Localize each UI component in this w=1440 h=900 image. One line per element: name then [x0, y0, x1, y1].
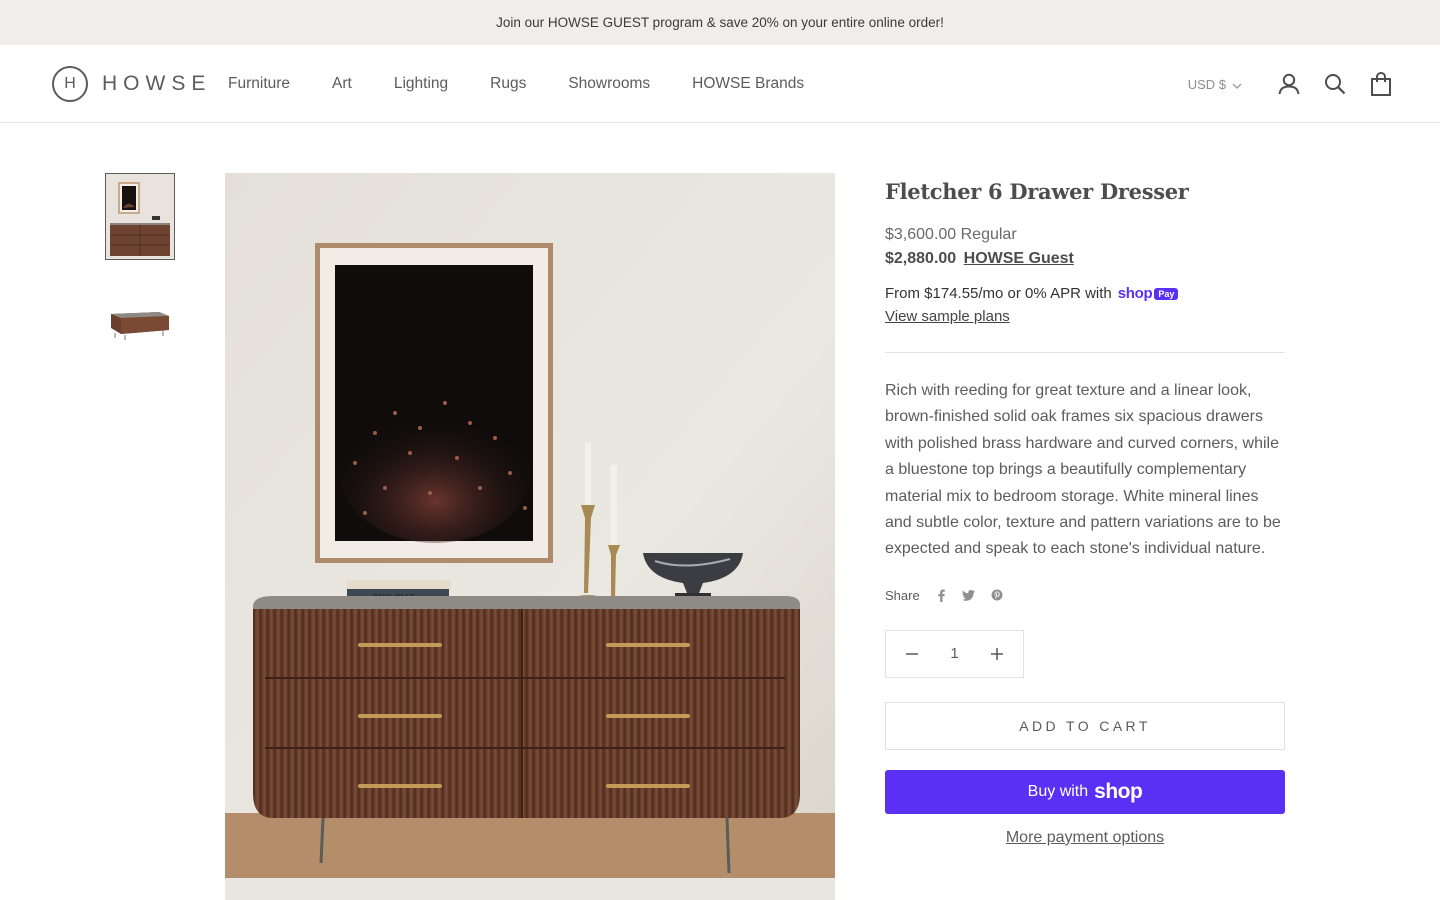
view-sample-plans-link[interactable]: View sample plans: [885, 308, 1010, 325]
nav-furniture[interactable]: Furniture: [228, 75, 290, 93]
price-guest-amount: $2,880.00: [885, 250, 957, 267]
cart-icon[interactable]: [1370, 72, 1392, 96]
quantity-input[interactable]: 1: [950, 645, 958, 662]
logo-word: HOWSE: [102, 72, 212, 95]
price-guest: $2,880.00 HOWSE Guest: [885, 250, 1285, 268]
thumbnail-image-2: [105, 278, 175, 365]
search-icon[interactable]: [1324, 73, 1346, 95]
installments-text: From $174.55/mo or 0% APR with: [885, 285, 1112, 302]
product-description: Rich with reeding for great texture and …: [885, 382, 1281, 558]
shop-pay-word: shop: [1117, 285, 1153, 302]
add-to-cart-button[interactable]: ADD TO CART: [885, 701, 1285, 750]
nav-showrooms[interactable]: Showrooms: [568, 75, 650, 93]
chevron-down-icon: [1232, 77, 1242, 92]
shop-pay-logo: shop Pay: [1118, 285, 1179, 302]
buy-with-shop-button[interactable]: Buy with shop: [885, 769, 1285, 814]
nav-howse-brands[interactable]: HOWSE Brands: [692, 75, 804, 93]
product-info: Fletcher 6 Drawer Dresser $3,600.00 Regu…: [885, 173, 1285, 847]
dresser-photo: PAUL KLEE: [225, 173, 835, 900]
divider: [885, 352, 1285, 353]
main-nav: Furniture Art Lighting Rugs Showrooms HO…: [228, 45, 846, 123]
product-main-image[interactable]: PAUL KLEE: [225, 173, 835, 900]
pinterest-icon[interactable]: [991, 589, 1003, 601]
decrease-quantity-button[interactable]: [904, 646, 920, 662]
currency-selector[interactable]: USD $: [1188, 77, 1242, 92]
buy-with-text: Buy with: [1027, 782, 1089, 800]
announcement-bar: Join our HOWSE GUEST program & save 20% …: [0, 0, 1440, 45]
shop-pay-pill: Pay: [1154, 287, 1179, 300]
price-regular: $3,600.00 Regular: [885, 226, 1017, 243]
site-header: H HOWSE Furniture Art Lighting Rugs Show…: [0, 45, 1440, 123]
thumbnail-1[interactable]: [105, 173, 175, 260]
thumbnail-image-1: [106, 174, 174, 259]
shop-brand-text: shop: [1094, 779, 1143, 803]
logo[interactable]: H HOWSE: [52, 66, 211, 102]
installments-message: From $174.55/mo or 0% APR with shop Pay: [885, 285, 1285, 302]
howse-guest-link[interactable]: HOWSE Guest: [964, 250, 1074, 267]
thumbnail-2[interactable]: [105, 278, 175, 365]
share-row: Share: [885, 588, 1285, 603]
logo-letter: H: [64, 75, 76, 92]
thumbnail-list: [105, 173, 175, 383]
logo-circle: H: [52, 66, 88, 102]
product-title: Fletcher 6 Drawer Dresser: [885, 179, 1189, 204]
currency-label: USD $: [1187, 76, 1226, 92]
announcement-text: Join our HOWSE GUEST program & save 20% …: [496, 15, 944, 30]
quantity-stepper: 1: [885, 629, 1024, 678]
nav-lighting[interactable]: Lighting: [394, 75, 448, 93]
twitter-icon[interactable]: [961, 589, 975, 601]
increase-quantity-button[interactable]: [989, 646, 1005, 662]
header-actions: USD $: [1188, 45, 1392, 123]
nav-art[interactable]: Art: [332, 75, 352, 93]
more-payment-options-link[interactable]: More payment options: [885, 829, 1285, 847]
nav-rugs[interactable]: Rugs: [490, 75, 526, 93]
share-label: Share: [885, 587, 920, 603]
facebook-icon[interactable]: [936, 589, 946, 602]
account-icon[interactable]: [1278, 73, 1300, 95]
